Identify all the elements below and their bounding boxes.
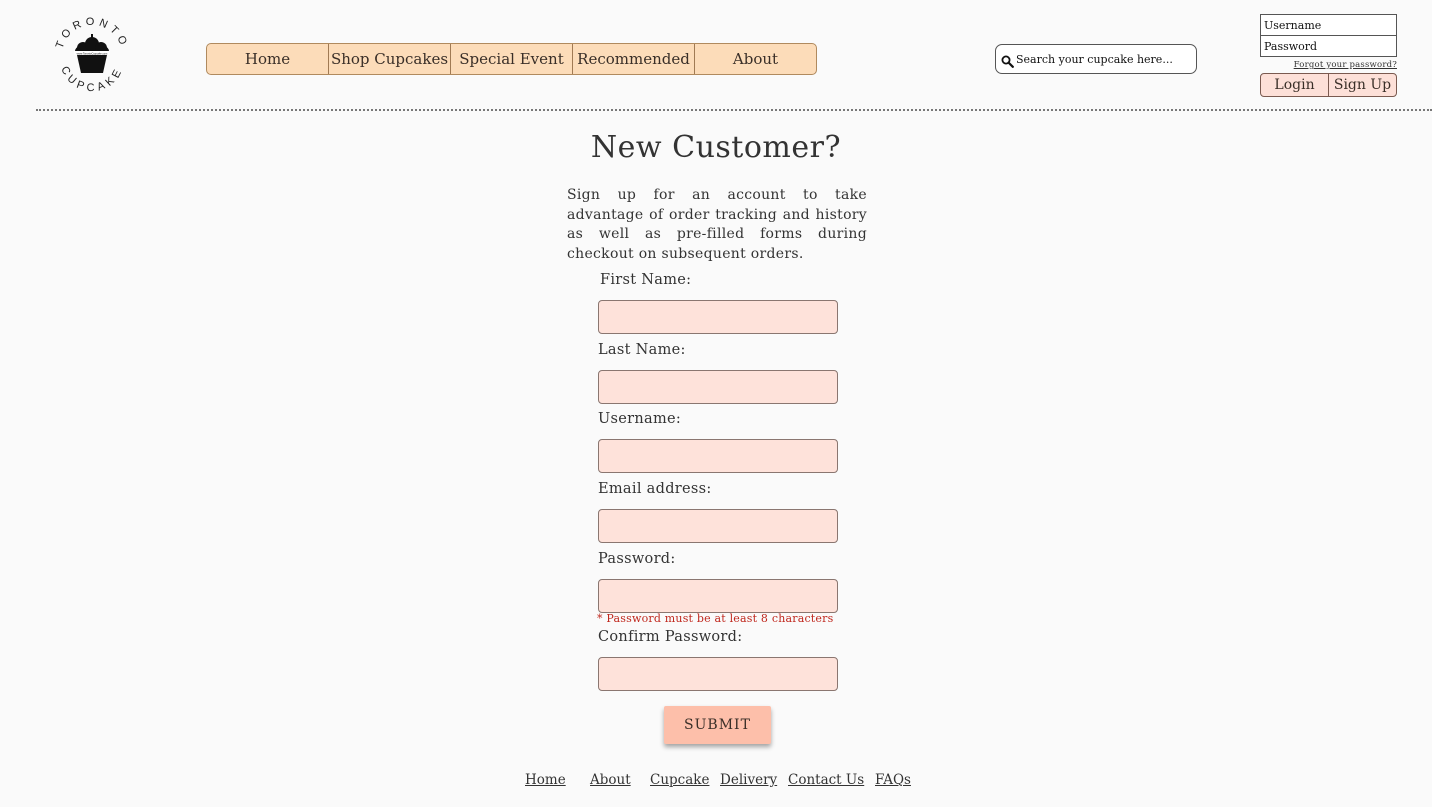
footer-link-contact-us[interactable]: Contact Us <box>788 772 864 788</box>
email-input[interactable] <box>598 509 838 543</box>
login-panel: Forgot your password? Login Sign Up <box>1260 14 1397 97</box>
footer-link-home[interactable]: Home <box>525 772 566 788</box>
confirm-password-label: Confirm Password: <box>598 629 743 645</box>
first-name-input[interactable] <box>598 300 838 334</box>
last-name-input[interactable] <box>598 370 838 404</box>
submit-button[interactable]: SUBMIT <box>664 706 771 744</box>
last-name-label: Last Name: <box>598 342 686 358</box>
password-input[interactable] <box>598 579 838 613</box>
email-label: Email address: <box>598 481 712 497</box>
username-input[interactable] <box>598 439 838 473</box>
password-label: Password: <box>598 551 676 567</box>
page-title: New Customer? <box>590 130 842 165</box>
search-bar <box>995 44 1197 74</box>
first-name-label: First Name: <box>600 272 692 288</box>
search-icon[interactable] <box>1001 53 1014 68</box>
forgot-password-link[interactable]: Forgot your password? <box>1260 60 1397 70</box>
password-hint: * Password must be at least 8 characters <box>597 612 834 625</box>
nav-item-shop-cupcakes[interactable]: Shop Cupcakes <box>328 44 450 74</box>
nav-item-about[interactable]: About <box>694 44 816 74</box>
logo-badge-text: www.TorontoCupcake.com <box>77 51 108 55</box>
site-logo[interactable]: TORONTO CUPCAKE www.TorontoCupcake.com <box>52 15 132 95</box>
signup-button[interactable]: Sign Up <box>1328 74 1396 96</box>
search-input[interactable] <box>1014 52 1186 66</box>
auth-button-group: Login Sign Up <box>1260 73 1397 97</box>
confirm-password-input[interactable] <box>598 657 838 691</box>
footer-link-delivery[interactable]: Delivery <box>720 772 777 788</box>
nav-item-home[interactable]: Home <box>207 44 328 74</box>
login-username-field[interactable] <box>1260 14 1397 36</box>
cupcake-logo-icon: TORONTO CUPCAKE www.TorontoCupcake.com <box>54 16 127 94</box>
main-nav: Home Shop Cupcakes Special Event Recomme… <box>206 43 817 75</box>
login-button[interactable]: Login <box>1261 74 1328 96</box>
username-label: Username: <box>598 411 682 427</box>
nav-item-special-event[interactable]: Special Event <box>450 44 572 74</box>
nav-item-recommended[interactable]: Recommended <box>572 44 694 74</box>
signup-intro-text: Sign up for an account to take advantage… <box>567 187 867 262</box>
footer-link-about[interactable]: About <box>590 772 631 788</box>
footer-link-faqs[interactable]: FAQs <box>875 772 911 788</box>
login-password-field[interactable] <box>1260 36 1397 57</box>
header-divider <box>36 109 1432 111</box>
footer-link-cupcake[interactable]: Cupcake <box>650 772 709 788</box>
